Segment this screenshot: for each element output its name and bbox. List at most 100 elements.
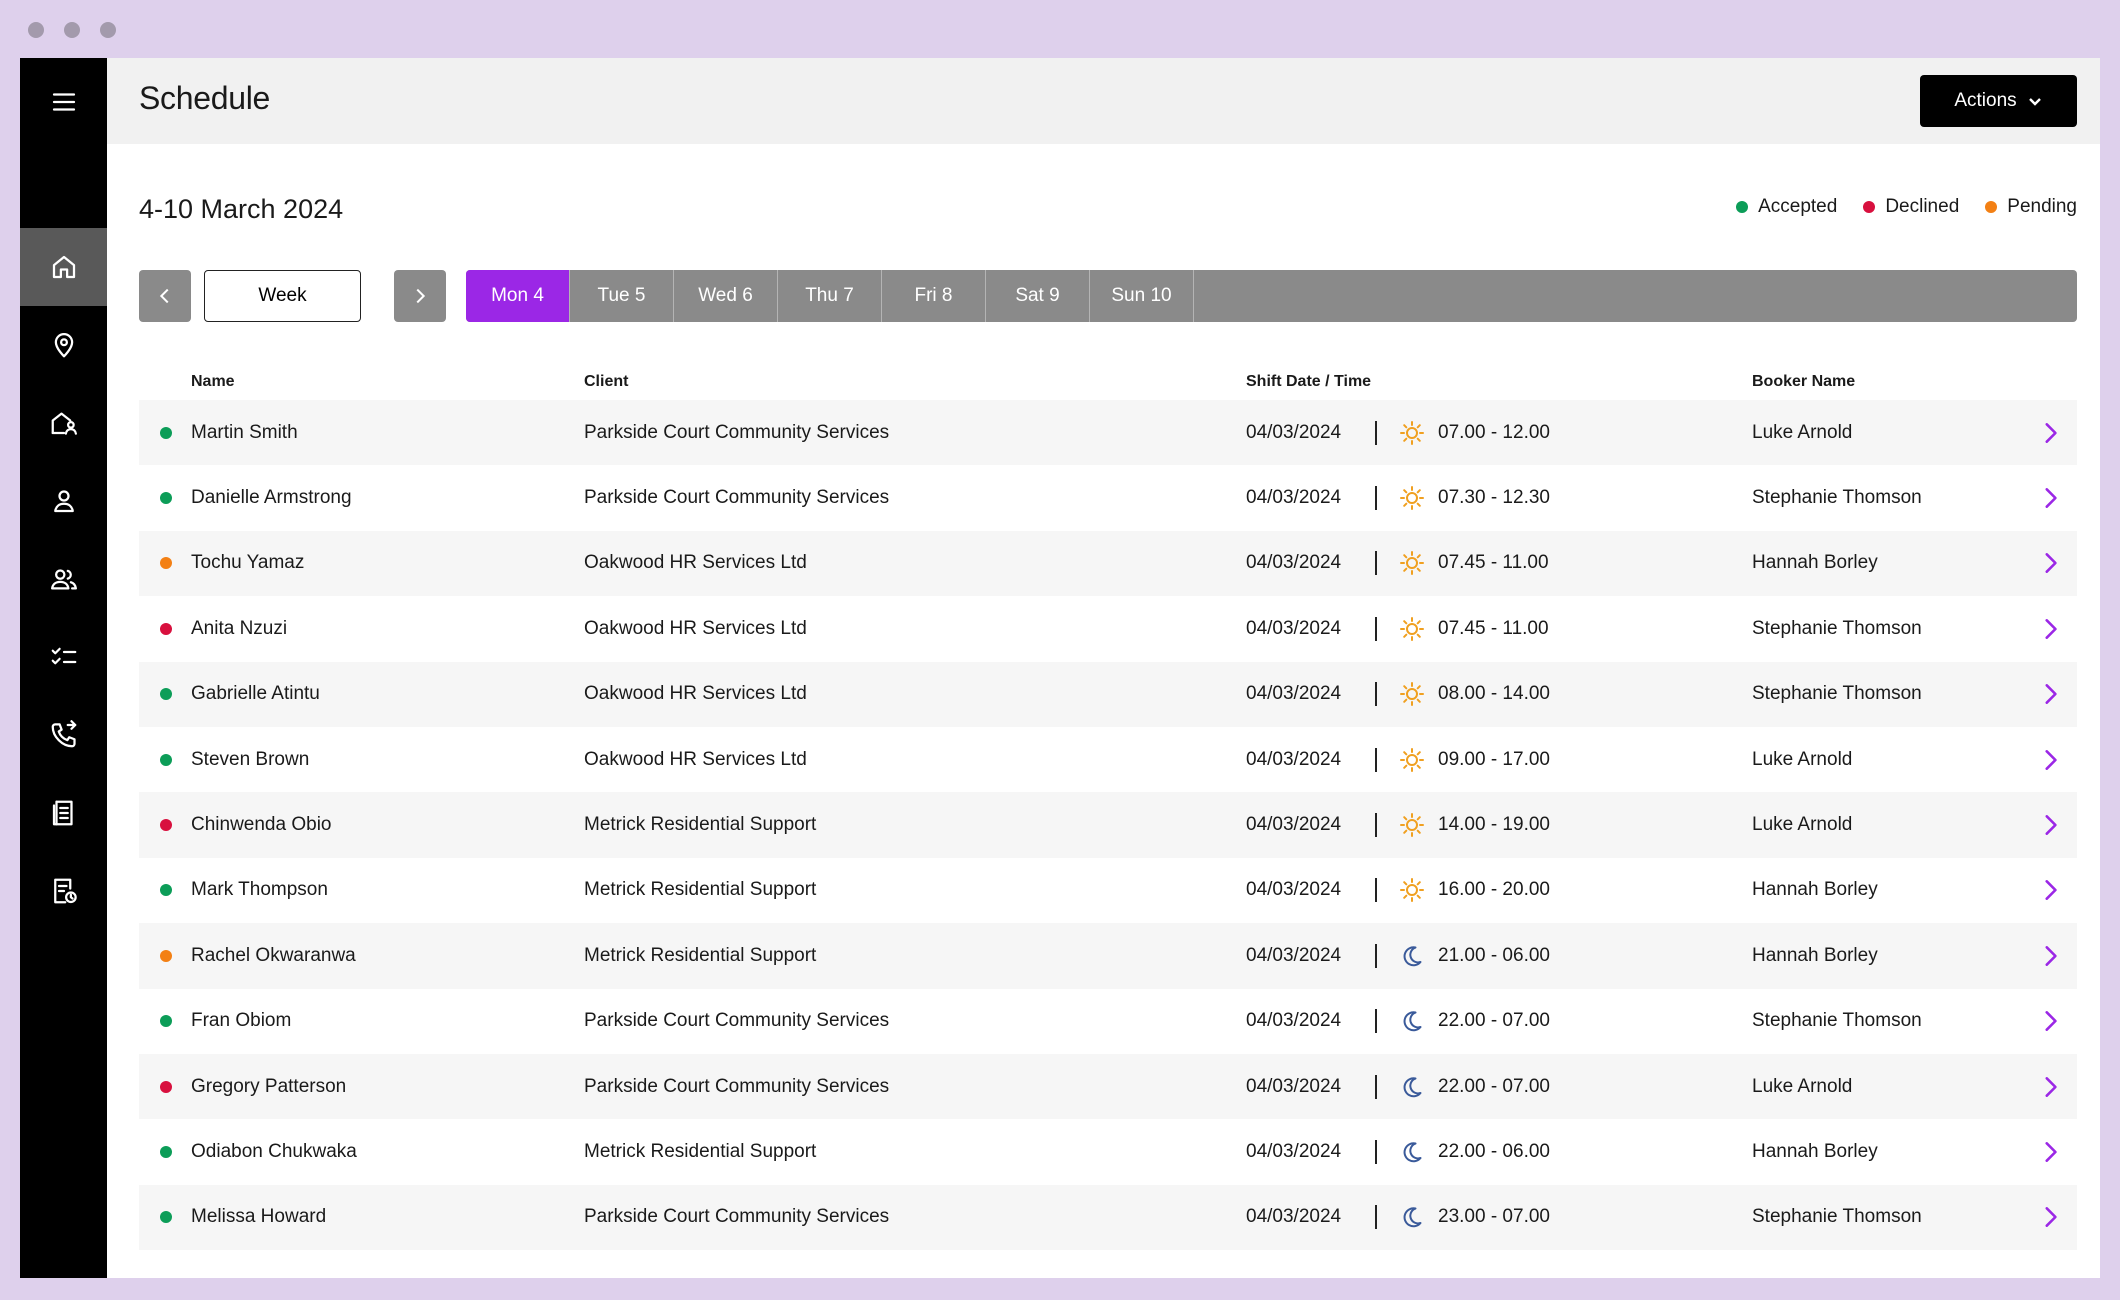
row-open-chevron-icon[interactable] <box>2037 420 2063 446</box>
checklist-icon <box>51 647 76 665</box>
row-open-chevron-icon[interactable] <box>2037 681 2063 707</box>
row-open-chevron-icon[interactable] <box>2037 550 2063 576</box>
schedule-table: Name Client Shift Date / Time Booker Nam… <box>139 360 2077 1251</box>
row-client: Parkside Court Community Services <box>584 421 890 443</box>
sidebar-item-team[interactable] <box>20 540 107 618</box>
moon-icon <box>1398 1073 1426 1101</box>
status-dot-accepted <box>160 1015 172 1028</box>
table-row[interactable]: Martin Smith Parkside Court Community Se… <box>139 400 2077 466</box>
status-dot-accepted <box>160 753 172 766</box>
date-time-divider <box>1375 943 1377 968</box>
row-booker: Hannah Borley <box>1752 1140 1878 1162</box>
column-header-client: Client <box>584 373 629 390</box>
row-date: 04/03/2024 <box>1246 748 1342 770</box>
row-date: 04/03/2024 <box>1246 879 1342 901</box>
table-row[interactable]: Melissa Howard Parkside Court Community … <box>139 1184 2077 1251</box>
tab-day-mon-4[interactable]: Mon 4 <box>466 270 570 322</box>
sidebar-item-documents[interactable] <box>20 774 107 852</box>
row-date: 04/03/2024 <box>1246 1206 1342 1228</box>
date-time-divider <box>1375 551 1377 576</box>
tab-day-sun-10[interactable]: Sun 10 <box>1090 270 1194 322</box>
sun-icon <box>1398 680 1426 708</box>
table-row[interactable]: Gabrielle Atintu Oakwood HR Services Ltd… <box>139 661 2077 727</box>
next-week-button[interactable] <box>394 270 446 322</box>
tab-day-fri-8[interactable]: Fri 8 <box>882 270 986 322</box>
window-dot-maximize <box>100 22 116 38</box>
row-open-chevron-icon[interactable] <box>2037 747 2063 773</box>
page-header: Schedule Actions <box>107 58 2100 144</box>
row-name: Melissa Howard <box>191 1206 327 1228</box>
row-open-chevron-icon[interactable] <box>2037 1204 2063 1230</box>
date-time-divider <box>1375 747 1377 772</box>
row-open-chevron-icon[interactable] <box>2037 616 2063 642</box>
row-client: Parkside Court Community Services <box>584 1206 890 1228</box>
row-name: Martin Smith <box>191 421 298 443</box>
table-row[interactable]: Gregory Patterson Parkside Court Communi… <box>139 1053 2077 1120</box>
sidebar-item-locations[interactable] <box>20 306 107 384</box>
table-row[interactable]: Anita Nzuzi Oakwood HR Services Ltd 04/0… <box>139 596 2077 661</box>
previous-week-button[interactable] <box>139 270 191 322</box>
row-open-chevron-icon[interactable] <box>2037 1074 2063 1100</box>
row-booker: Stephanie Thomson <box>1752 1206 1922 1228</box>
sidebar-item-tasks[interactable] <box>20 618 107 696</box>
sidebar-item-profile[interactable] <box>20 462 107 540</box>
row-name: Odiabon Chukwaka <box>191 1140 357 1162</box>
sidebar-item-timesheets[interactable] <box>20 852 107 930</box>
tab-day-wed-6[interactable]: Wed 6 <box>674 270 778 322</box>
row-booker: Stephanie Thomson <box>1752 1010 1922 1032</box>
legend-dot <box>1863 201 1876 213</box>
chevron-right-icon <box>416 288 426 304</box>
date-time-divider <box>1375 1074 1377 1099</box>
row-time: 08.00 - 14.00 <box>1438 683 1550 705</box>
moon-icon <box>1398 1203 1426 1231</box>
sidebar-item-home[interactable] <box>20 228 107 306</box>
menu-button[interactable] <box>20 63 107 141</box>
table-row[interactable]: Chinwenda Obio Metrick Residential Suppo… <box>139 792 2077 858</box>
date-time-divider <box>1375 420 1377 445</box>
status-dot-pending <box>160 557 172 570</box>
table-row[interactable]: Steven Brown Oakwood HR Services Ltd 04/… <box>139 727 2077 792</box>
row-booker: Hannah Borley <box>1752 944 1878 966</box>
row-booker: Luke Arnold <box>1752 421 1853 443</box>
tab-day-sat-9[interactable]: Sat 9 <box>986 270 1090 322</box>
actions-button[interactable]: Actions <box>1920 75 2077 127</box>
date-time-divider <box>1375 682 1377 707</box>
status-dot-accepted <box>160 688 172 701</box>
row-open-chevron-icon[interactable] <box>2037 877 2063 903</box>
tab-day-thu-7[interactable]: Thu 7 <box>778 270 882 322</box>
row-name: Steven Brown <box>191 748 310 770</box>
row-booker: Stephanie Thomson <box>1752 683 1922 705</box>
sun-icon <box>1398 811 1426 839</box>
row-time: 23.00 - 07.00 <box>1438 1206 1550 1228</box>
table-row[interactable]: Rachel Okwaranwa Metrick Residential Sup… <box>139 923 2077 989</box>
view-mode-button[interactable]: Week <box>204 270 361 322</box>
row-time: 07.30 - 12.30 <box>1438 487 1550 509</box>
legend-dot <box>1985 201 1998 213</box>
sidebar-item-clients[interactable] <box>20 384 107 462</box>
table-row[interactable]: Tochu Yamaz Oakwood HR Services Ltd 04/0… <box>139 530 2077 597</box>
row-open-chevron-icon[interactable] <box>2037 812 2063 838</box>
hamburger-icon <box>52 93 75 111</box>
status-dot-accepted <box>160 884 172 897</box>
row-open-chevron-icon[interactable] <box>2037 1008 2063 1034</box>
legend-dot <box>1736 201 1749 213</box>
row-date: 04/03/2024 <box>1246 1075 1342 1097</box>
row-open-chevron-icon[interactable] <box>2037 943 2063 969</box>
row-client: Parkside Court Community Services <box>584 487 890 509</box>
tab-day-tue-5[interactable]: Tue 5 <box>570 270 674 322</box>
sidebar-item-calls[interactable] <box>20 696 107 774</box>
table-row[interactable]: Fran Obiom Parkside Court Community Serv… <box>139 989 2077 1054</box>
row-open-chevron-icon[interactable] <box>2037 485 2063 511</box>
row-open-chevron-icon[interactable] <box>2037 1139 2063 1165</box>
table-header: Name Client Shift Date / Time Booker Nam… <box>139 360 2077 400</box>
sun-icon <box>1398 876 1426 904</box>
status-dot-accepted <box>160 492 172 505</box>
table-row[interactable]: Mark Thompson Metrick Residential Suppor… <box>139 858 2077 923</box>
date-time-divider <box>1375 878 1377 903</box>
main-content: Schedule Actions 4-10 March 2024 Accepte… <box>107 58 2100 1278</box>
row-time: 07.45 - 11.00 <box>1438 552 1549 574</box>
row-date: 04/03/2024 <box>1246 552 1342 574</box>
table-row[interactable]: Danielle Armstrong Parkside Court Commun… <box>139 465 2077 530</box>
table-row[interactable]: Odiabon Chukwaka Metrick Residential Sup… <box>139 1119 2077 1184</box>
row-client: Oakwood HR Services Ltd <box>584 552 807 574</box>
